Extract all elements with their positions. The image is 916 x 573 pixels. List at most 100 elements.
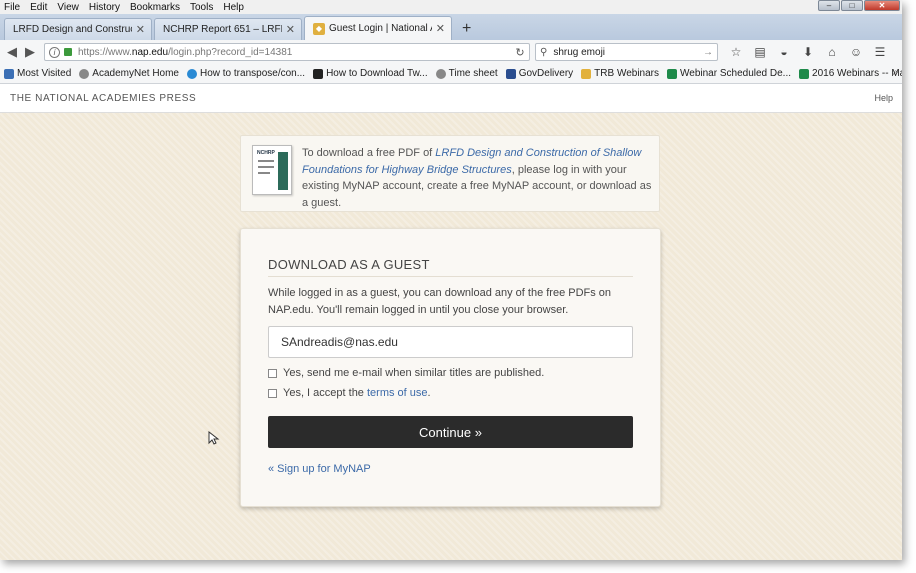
- chat-icon[interactable]: ☺: [844, 43, 868, 61]
- menu-view[interactable]: View: [52, 2, 84, 13]
- mouse-cursor-icon: [208, 431, 220, 445]
- bookmark-label: How to transpose/con...: [200, 68, 306, 79]
- bookmark-label: Most Visited: [17, 68, 72, 79]
- terms-suffix: .: [427, 387, 431, 399]
- toolbar-icons: ☆ ▤ ◒ ⬇ ⌂ ☺ ☰: [724, 43, 892, 61]
- spreadsheet-icon: [667, 68, 678, 79]
- close-tab-icon[interactable]: ✕: [436, 22, 445, 35]
- site-header: THE NATIONAL ACADEMIES PRESS Help: [0, 84, 902, 113]
- bookmark-label: Webinar Scheduled De...: [680, 68, 792, 79]
- forward-icon[interactable]: ▶: [22, 44, 38, 60]
- terms-checkbox[interactable]: [268, 388, 277, 398]
- bookmarks-overflow-icon[interactable]: »: [892, 67, 898, 78]
- notify-checkbox[interactable]: [268, 368, 277, 378]
- url-prefix: https://www.: [78, 46, 132, 58]
- close-window-button[interactable]: ✕: [864, 0, 900, 11]
- address-bar[interactable]: i https://www.nap.edu/login.php?record_i…: [44, 43, 530, 61]
- guest-description: While logged in as a guest, you can down…: [268, 287, 612, 316]
- guest-section-title: DOWNLOAD AS A GUEST: [268, 257, 430, 272]
- search-value[interactable]: shrug emoji: [553, 47, 703, 58]
- tab-guest-login[interactable]: ◆ Guest Login | National Aca... ✕: [304, 16, 452, 40]
- bookmark-label: 2016 Webinars -- Mast...: [812, 68, 902, 79]
- bookmark-timesheet[interactable]: Time sheet: [435, 68, 498, 79]
- bookmark-webinar-scheduled[interactable]: Webinar Scheduled De...: [667, 68, 791, 79]
- menu-file[interactable]: File: [0, 2, 25, 13]
- pocket-icon[interactable]: ◒: [772, 43, 796, 61]
- bookmark-academynet[interactable]: AcademyNet Home: [79, 68, 179, 79]
- url-text[interactable]: https://www.nap.edu/login.php?record_id=…: [78, 47, 511, 58]
- title-divider: [268, 276, 633, 277]
- new-tab-button[interactable]: +: [458, 18, 475, 40]
- bookmarks-bar: Most Visited AcademyNet Home How to tran…: [0, 64, 902, 84]
- close-tab-icon[interactable]: ✕: [136, 23, 145, 36]
- bookmark-label: GovDelivery: [518, 68, 574, 79]
- nap-logo[interactable]: THE NATIONAL ACADEMIES PRESS: [10, 93, 196, 104]
- downloads-icon[interactable]: ⬇: [796, 43, 820, 61]
- speech-bubble-icon: [505, 68, 516, 79]
- cover-line: [258, 172, 270, 174]
- cover-line: [258, 160, 274, 162]
- cover-brand-mark: NCHRP: [257, 150, 275, 156]
- menu-edit[interactable]: Edit: [25, 2, 52, 13]
- bookmark-transpose[interactable]: How to transpose/con...: [187, 68, 305, 79]
- close-tab-icon[interactable]: ✕: [286, 23, 295, 36]
- hamburger-menu-icon[interactable]: ☰: [868, 43, 892, 61]
- bookmark-label: TRB Webinars: [594, 68, 660, 79]
- tab-lrfd[interactable]: LRFD Design and Construction ... ✕: [4, 18, 152, 40]
- folder-icon: [581, 68, 592, 79]
- navigation-bar: ◀ ▶ i https://www.nap.edu/login.php?reco…: [0, 40, 902, 64]
- bookmark-most-visited[interactable]: Most Visited: [4, 68, 71, 79]
- book-cover-thumbnail[interactable]: NCHRP: [252, 145, 292, 195]
- menu-help[interactable]: Help: [218, 2, 249, 13]
- tab-title: Guest Login | National Aca...: [329, 23, 432, 34]
- tab-title: LRFD Design and Construction ...: [13, 24, 132, 35]
- maximize-button[interactable]: □: [841, 0, 863, 11]
- bookmark-star-icon[interactable]: ☆: [724, 43, 748, 61]
- intro-prefix: To download a free PDF of: [302, 147, 436, 159]
- bookmark-download[interactable]: How to Download Tw...: [313, 68, 428, 79]
- bookmark-label: AcademyNet Home: [92, 68, 179, 79]
- bookmark-2016-webinars[interactable]: 2016 Webinars -- Mast...: [799, 68, 902, 79]
- terms-of-use-link[interactable]: terms of use: [367, 387, 428, 399]
- minimize-button[interactable]: –: [818, 0, 840, 11]
- window-controls: – □ ✕: [818, 0, 900, 12]
- guest-download-card: DOWNLOAD AS A GUEST While logged in as a…: [240, 228, 661, 507]
- browser-window: File Edit View History Bookmarks Tools H…: [0, 0, 902, 560]
- cover-stripe: [278, 152, 288, 190]
- signup-mynap-link[interactable]: « Sign up for MyNAP: [268, 463, 371, 475]
- menu-bar: File Edit View History Bookmarks Tools H…: [0, 0, 902, 14]
- menu-history[interactable]: History: [84, 2, 125, 13]
- bookmark-label: How to Download Tw...: [326, 68, 428, 79]
- notify-checkbox-row[interactable]: Yes, send me e-mail when similar titles …: [268, 367, 544, 379]
- continue-button[interactable]: Continue »: [268, 416, 633, 448]
- help-link[interactable]: Help: [874, 93, 893, 103]
- book-info-card: NCHRP To download a free PDF of LRFD Des…: [240, 135, 660, 212]
- search-icon: ⚲: [540, 46, 548, 58]
- spreadsheet-icon: [799, 68, 810, 79]
- tab-title: NCHRP Report 651 – LRFD Desi...: [163, 24, 282, 35]
- tab-nchrp[interactable]: NCHRP Report 651 – LRFD Desi... ✕: [154, 18, 302, 40]
- reload-icon[interactable]: ↻: [511, 46, 529, 59]
- terms-checkbox-row[interactable]: Yes, I accept the terms of use.: [268, 387, 431, 399]
- bookmark-folder-icon: [4, 68, 14, 79]
- nap-favicon-icon: ◆: [313, 22, 325, 35]
- notify-checkbox-label: Yes, send me e-mail when similar titles …: [283, 367, 545, 379]
- info-icon[interactable]: i: [49, 46, 60, 58]
- bookmark-govdelivery[interactable]: GovDelivery: [505, 68, 574, 79]
- search-bar[interactable]: ⚲ shrug emoji →: [535, 43, 718, 61]
- menu-tools[interactable]: Tools: [185, 2, 218, 13]
- menu-bookmarks[interactable]: Bookmarks: [125, 2, 185, 13]
- download-intro-text: To download a free PDF of LRFD Design an…: [302, 145, 652, 211]
- g-logo-icon: [313, 68, 324, 79]
- search-go-icon[interactable]: →: [703, 47, 717, 58]
- reading-list-icon[interactable]: ▤: [748, 43, 772, 61]
- page-body: NCHRP To download a free PDF of LRFD Des…: [0, 113, 902, 560]
- email-input[interactable]: [268, 326, 633, 358]
- back-icon[interactable]: ◀: [4, 44, 20, 60]
- url-path: /login.php?record_id=14381: [168, 46, 293, 58]
- globe-icon: [187, 68, 197, 79]
- home-icon[interactable]: ⌂: [820, 43, 844, 61]
- bookmark-trb-webinars[interactable]: TRB Webinars: [581, 68, 659, 79]
- lock-icon: [64, 48, 72, 56]
- globe-icon: [79, 68, 90, 79]
